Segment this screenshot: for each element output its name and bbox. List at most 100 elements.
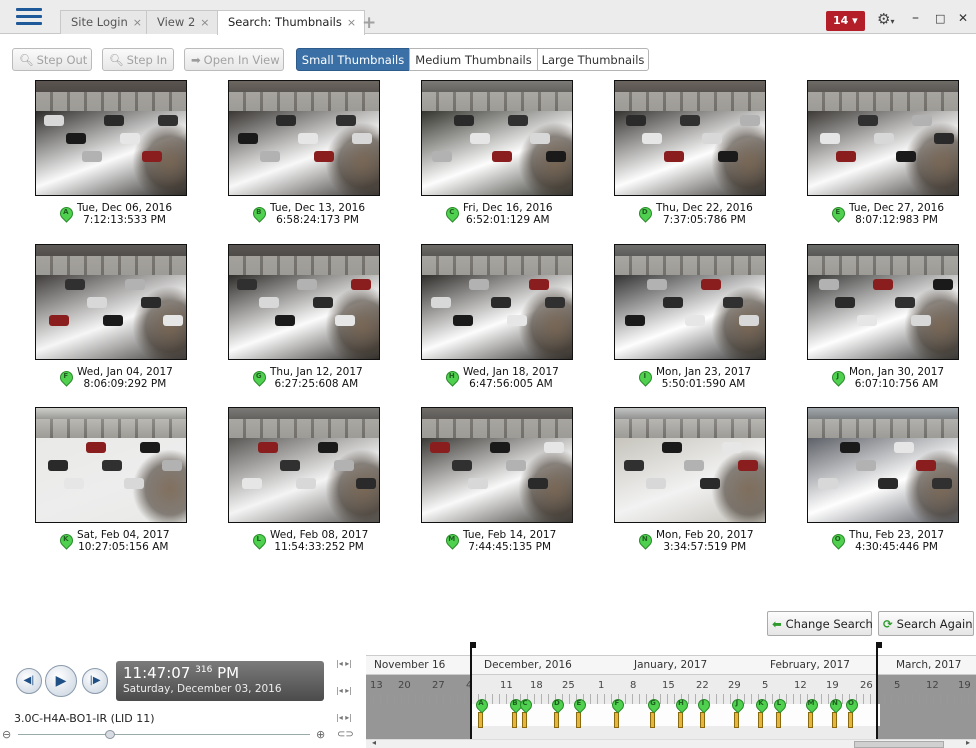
thumbnail-time: 10:27:05:156 AM [78,541,169,553]
timeline-start-marker[interactable] [470,642,476,740]
play-button[interactable]: ▶︎ [45,665,77,697]
timeline-event-bar[interactable] [678,712,683,728]
timeline-event-bar[interactable] [734,712,739,728]
timeline-scrollbar[interactable]: ◂ ▸ [366,738,976,748]
close-icon[interactable]: × [133,16,142,29]
thumbnail-image [242,478,262,489]
change-search-button[interactable]: ⬅ Change Search [767,611,873,636]
large-thumbnails-button[interactable]: Large Thumbnails [537,48,649,71]
timeline-event-bar[interactable] [758,712,763,728]
timeline-event-letter: M [807,699,815,708]
thumbnail-image [646,478,666,489]
timeline-event-bar[interactable] [848,712,853,728]
step-out-label: Step Out [36,53,88,67]
scroll-right-icon[interactable]: ▸ [966,738,970,747]
gear-icon[interactable]: ⚙▾ [877,10,894,28]
day-label: 25 [562,680,575,691]
thumbnail-date: Sat, Feb 04, 2017 [77,529,170,541]
step-forward-button[interactable]: |▶︎ [82,668,108,694]
timeline-event-bar[interactable] [776,712,781,728]
camera-thumbnail[interactable] [35,80,187,196]
timeline-end-marker[interactable] [876,642,882,740]
search-again-button[interactable]: ⟳ Search Again [878,611,974,636]
thumbnail-date: Mon, Jan 23, 2017 [656,366,752,378]
camera-thumbnail[interactable] [35,407,187,523]
thumbnail-time: 11:54:33:252 PM [274,541,364,553]
thumbnail-image [454,115,474,126]
tab-view-2[interactable]: View 2 × [146,10,219,34]
camera-thumbnail[interactable] [614,407,766,523]
timeline-event-bar[interactable] [478,712,483,728]
timeline[interactable]: November 16 December, 2016 January, 2017… [366,642,976,740]
thumbnail-time: 6:52:01:129 AM [465,214,550,226]
magnify-icon: 🔍︎ [19,53,34,67]
event-marker-icon: E [829,204,848,223]
thumbnail-image [664,151,684,162]
thumbnail-image [335,315,355,326]
camera-thumbnail[interactable] [807,244,959,360]
timeline-months: November 16 December, 2016 January, 2017… [366,656,976,675]
zoom-slider-track[interactable] [18,734,310,735]
thumbnail-caption: Wed, Feb 08, 2017 11:54:33:252 PM [270,529,368,553]
scrollbar-thumb[interactable] [854,741,944,748]
camera-thumbnail[interactable] [421,244,573,360]
timeline-event-bar[interactable] [832,712,837,728]
camera-thumbnail[interactable] [614,244,766,360]
close-window-icon[interactable]: ✕ [958,11,968,25]
timeline-event-bar[interactable] [808,712,813,728]
jump-start-icon[interactable]: |◂ ▸| [336,659,352,668]
thumbnail-date: Thu, Dec 22, 2016 [656,202,753,214]
camera-thumbnail[interactable] [35,244,187,360]
thumbnail-image [103,315,123,326]
add-tab-icon[interactable]: + [362,13,376,33]
thumbnail-image [356,478,376,489]
step-in-button[interactable]: 🔍︎ Step In [102,48,174,71]
day-label: 5 [762,680,769,691]
close-icon[interactable]: × [347,16,356,29]
timeline-event-bar[interactable] [700,712,705,728]
link-icon[interactable]: ⊂⊃ [337,729,354,740]
timeline-event-bar[interactable] [512,712,517,728]
tab-search-thumbnails[interactable]: Search: Thumbnails × [217,10,366,35]
camera-thumbnail[interactable] [421,407,573,523]
camera-thumbnail[interactable] [421,80,573,196]
thumbnail-image [334,460,354,471]
event-marker-letter: M [448,535,456,544]
thumbnail-image [718,151,738,162]
menu-icon[interactable] [16,8,42,26]
close-icon[interactable]: × [200,16,209,29]
zoom-in-icon[interactable]: ⊕ [316,728,325,741]
jump-prev-icon[interactable]: |◂ ▸| [336,686,352,695]
camera-thumbnail[interactable] [807,80,959,196]
timeline-event-bar[interactable] [576,712,581,728]
day-label: 11 [500,680,513,691]
small-thumbnails-button[interactable]: Small Thumbnails [296,48,410,71]
thumbnail-image [66,133,86,144]
camera-thumbnail[interactable] [228,244,380,360]
tab-site-login[interactable]: Site Login × [60,10,151,34]
camera-thumbnail[interactable] [228,407,380,523]
timeline-event-bar[interactable] [522,712,527,728]
step-in-label: Step In [126,53,168,67]
step-out-button[interactable]: 🔍︎ Step Out [12,48,92,71]
medium-thumbnails-button[interactable]: Medium Thumbnails [409,48,538,71]
zoom-out-icon[interactable]: ⊖ [2,728,11,741]
step-back-button[interactable]: ◀︎| [16,668,42,694]
maximize-icon[interactable]: □ [935,12,945,25]
camera-thumbnail[interactable] [807,407,959,523]
minimize-icon[interactable]: – [912,10,919,26]
scroll-left-icon[interactable]: ◂ [372,738,376,747]
jump-next-icon[interactable]: |◂ ▸| [336,713,352,722]
zoom-slider-handle[interactable] [105,730,115,739]
timeline-event-bar[interactable] [554,712,559,728]
timeline-event-bar[interactable] [650,712,655,728]
thumbnail-image [318,442,338,453]
timeline-event-bar[interactable] [614,712,619,728]
thumbnail-image [313,297,333,308]
alerts-badge[interactable]: 14 ▾ [826,11,865,31]
thumbnail-image [432,151,452,162]
thumbnail-image [298,133,318,144]
camera-thumbnail[interactable] [614,80,766,196]
open-in-view-button[interactable]: ➡ Open In View [184,48,284,71]
camera-thumbnail[interactable] [228,80,380,196]
